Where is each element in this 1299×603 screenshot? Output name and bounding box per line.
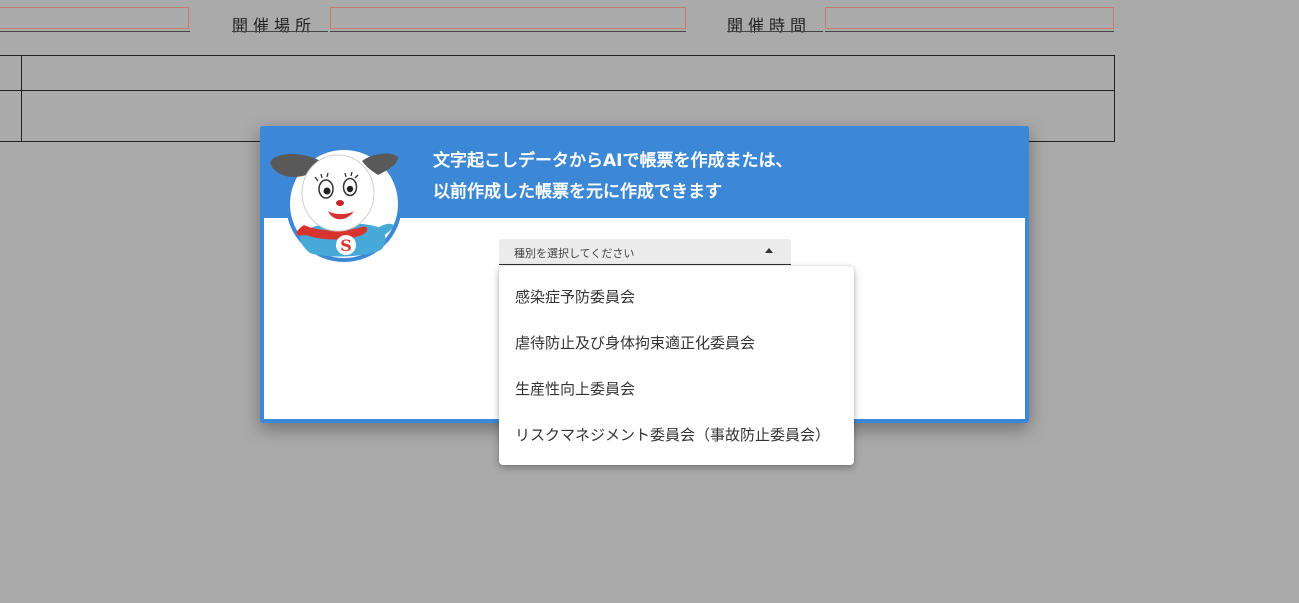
type-select[interactable]: 種別を選択してください: [499, 239, 791, 265]
modal-title-line-2: 以前作成した帳票を元に作成できます: [433, 182, 722, 202]
venue-field[interactable]: [330, 7, 686, 29]
venue-label: 開催場所: [232, 16, 317, 35]
type-select-placeholder: 種別を選択してください: [514, 247, 635, 260]
option-risk-management[interactable]: リスクマネジメント委員会（事故防止委員会）: [499, 412, 854, 458]
modal-title-line-1: 文字起こしデータからAIで帳票を作成または、: [433, 151, 793, 171]
modal-title: 文字起こしデータからAIで帳票を作成または、 以前作成した帳票を元に作成できます: [433, 146, 792, 208]
dog-mascot-icon: S: [270, 146, 402, 262]
option-infection-prevention[interactable]: 感染症予防委員会: [499, 274, 854, 320]
option-productivity[interactable]: 生産性向上委員会: [499, 366, 854, 412]
date-field-underline: [0, 31, 190, 32]
time-label-underline: [727, 31, 823, 32]
venue-label-underline: [232, 31, 328, 32]
svg-text:S: S: [340, 236, 352, 255]
type-select-dropdown: 感染症予防委員会 虐待防止及び身体拘束適正化委員会 生産性向上委員会 リスクマネ…: [499, 266, 854, 465]
venue-field-underline: [330, 31, 686, 32]
option-abuse-prevention[interactable]: 虐待防止及び身体拘束適正化委員会: [499, 320, 854, 366]
time-label: 開催時間: [727, 16, 812, 35]
date-field[interactable]: [0, 7, 189, 29]
time-field-underline: [825, 31, 1114, 32]
time-field[interactable]: [825, 7, 1114, 29]
table-column-divider: [21, 56, 22, 141]
table-row-divider: [0, 90, 1114, 91]
caret-up-icon: [765, 248, 773, 253]
page: 開催場所 開催時間 文字起こしデータからAIで帳票を作成または、 以前作成した帳…: [0, 0, 1299, 603]
